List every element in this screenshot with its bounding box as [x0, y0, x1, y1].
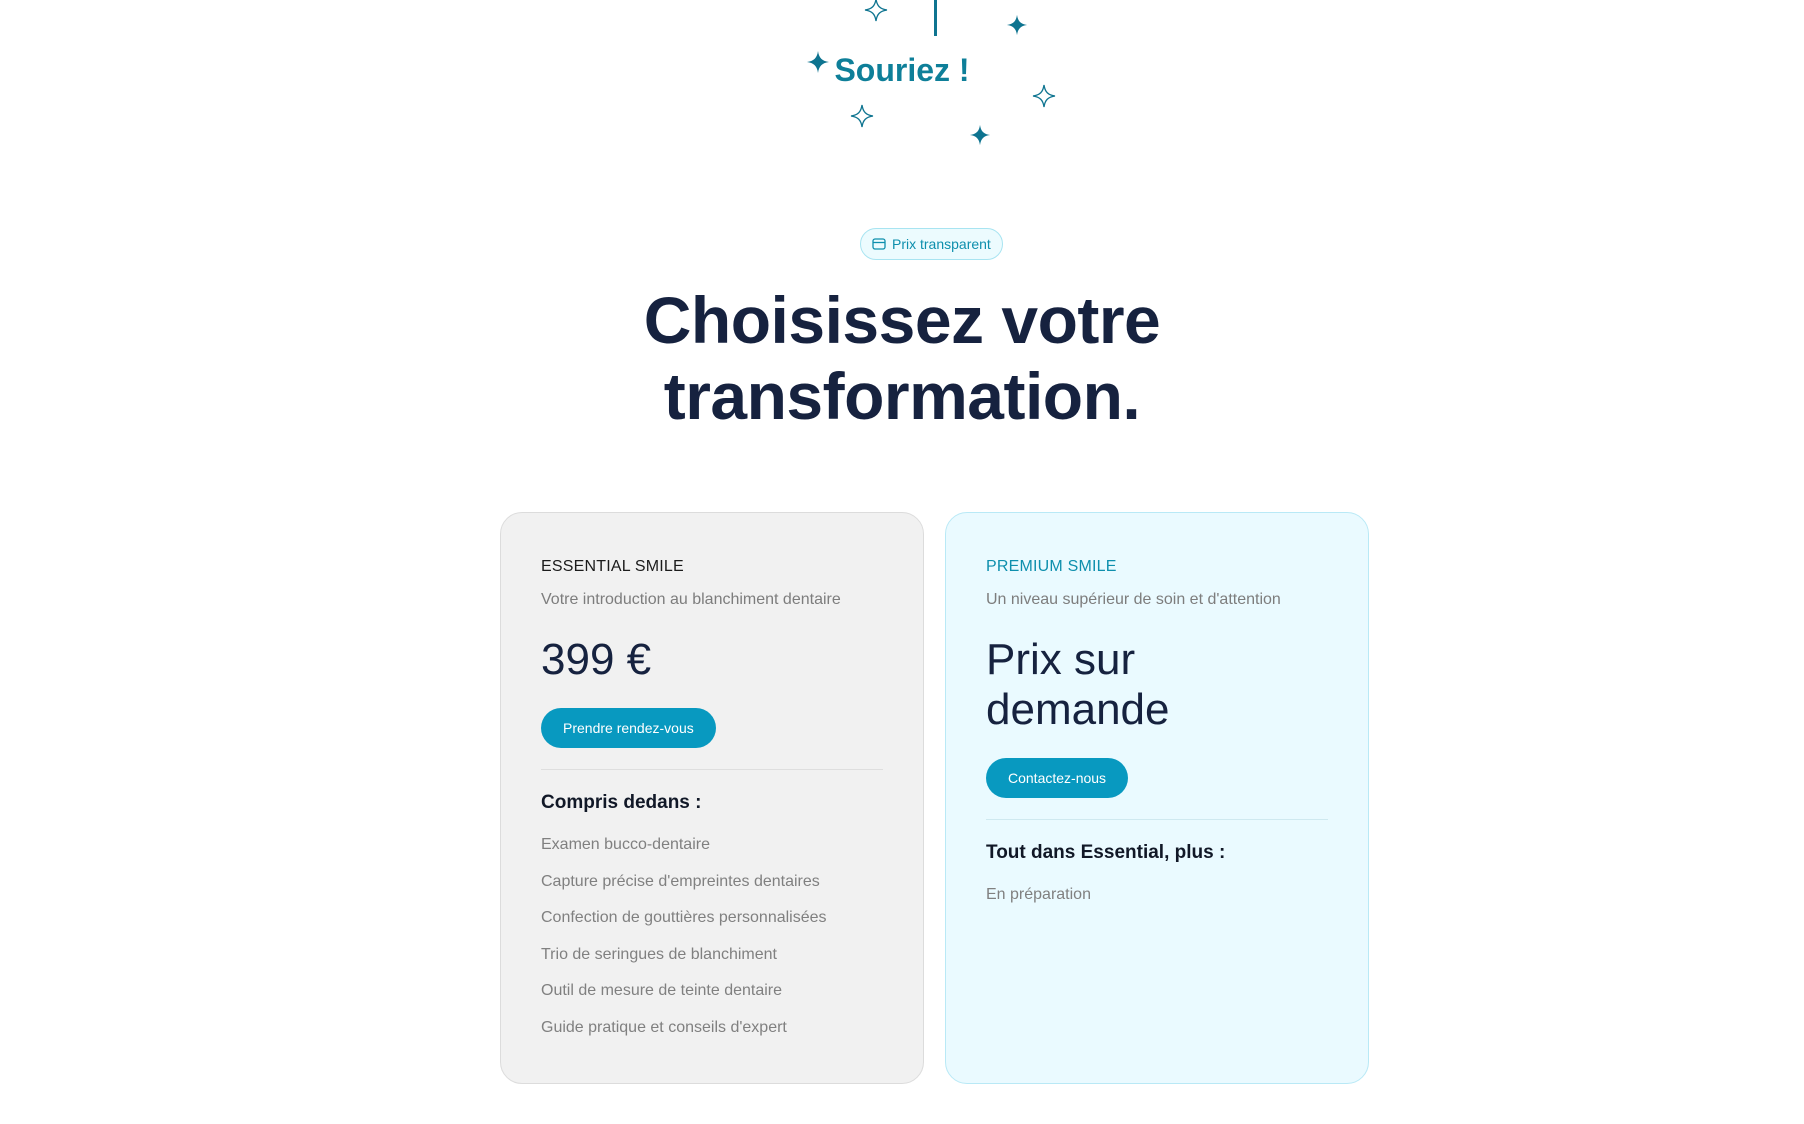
pricing-badge: Prix transparent — [860, 228, 1003, 260]
badge-label: Prix transparent — [892, 236, 991, 252]
contact-us-button[interactable]: Contactez-nous — [986, 758, 1129, 798]
divider — [986, 819, 1328, 820]
wallet-icon — [872, 238, 886, 250]
plan-price: Prix sur demande — [986, 635, 1170, 734]
feature-item: Confection de gouttières personnalisées — [541, 909, 827, 926]
plan-card-essential: ESSENTIAL SMILE Votre introduction au bl… — [500, 512, 924, 1084]
plan-card-premium: PREMIUM SMILE Un niveau supérieur de soi… — [945, 512, 1369, 1084]
plan-price: 399 € — [541, 635, 652, 684]
feature-item: Outil de mesure de teinte dentaire — [541, 982, 783, 999]
page-title: Choisissez votre transformation. — [452, 282, 1352, 434]
hero-smile-graphic: Souriez ! — [0, 0, 1804, 170]
divider — [541, 769, 883, 770]
plan-name: PREMIUM SMILE — [986, 558, 1117, 575]
feature-list: En préparation — [986, 885, 1328, 905]
sparkle-filled-icon — [969, 124, 991, 146]
hero-title: Souriez ! — [834, 52, 970, 88]
sparkle-outline-icon — [864, 0, 888, 22]
feature-list: Examen bucco-dentaire Capture précise d'… — [541, 835, 883, 1038]
book-appointment-button[interactable]: Prendre rendez-vous — [541, 708, 716, 748]
feature-item: Trio de seringues de blanchiment — [541, 945, 777, 963]
feature-item: Guide pratique et conseils d'expert — [541, 1018, 787, 1036]
feature-item: Capture précise d'empreintes dentaires — [541, 872, 820, 890]
page-title-line-2: transformation. — [663, 359, 1141, 433]
page-title-line-1: Choisissez votre — [643, 283, 1161, 357]
hero-divider-line — [934, 0, 937, 36]
plan-description: Votre introduction au blanchiment dentai… — [541, 591, 841, 608]
plan-description: Un niveau supérieur de soin et d'attenti… — [986, 591, 1281, 608]
sparkle-outline-icon — [850, 104, 874, 128]
feature-item: En préparation — [986, 886, 1091, 903]
sparkle-filled-icon — [1006, 14, 1028, 36]
includes-title: Tout dans Essential, plus : — [986, 842, 1226, 863]
feature-item: Examen bucco-dentaire — [541, 836, 710, 853]
includes-title: Compris dedans : — [541, 792, 702, 813]
plan-name: ESSENTIAL SMILE — [541, 558, 684, 575]
